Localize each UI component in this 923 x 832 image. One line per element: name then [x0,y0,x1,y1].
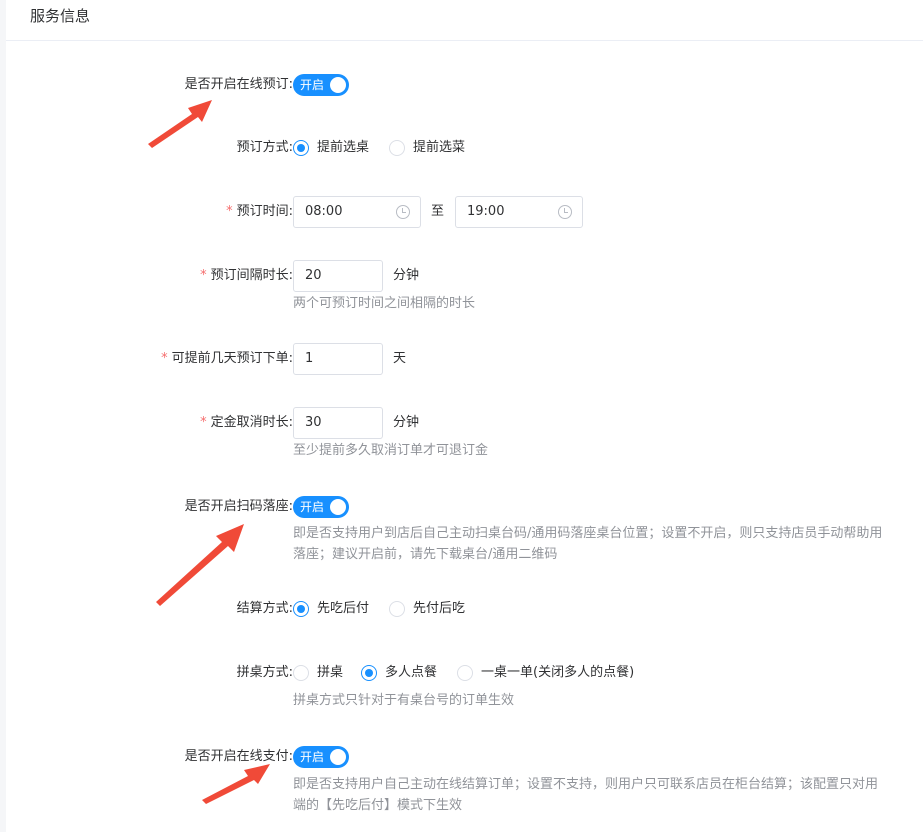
red-arrow-icon [156,524,244,606]
booking-interval-input[interactable]: 20 [293,260,383,292]
section-title: 服务信息 [30,7,91,25]
required-mark: * [200,268,207,283]
radio-dot [389,601,405,617]
booking-time-label-text: 预订时间: [236,204,293,219]
booking-interval-unit: 分钟 [393,268,420,283]
online-pay-switch[interactable]: 开启 [293,746,349,768]
online-pay-help-line2: 端的【先吃后付】模式下生效 [293,798,463,813]
scan-seat-switch[interactable]: 开启 [293,496,349,518]
switch-knob [330,499,346,515]
online-booking-switch[interactable]: 开启 [293,74,349,96]
advance-days-input[interactable]: 1 [293,343,383,375]
booking-time-label: * 预订时间: [226,196,293,228]
clock-icon [558,205,572,219]
radio-label: 先吃后付 [317,601,370,616]
switch-text: 开启 [300,78,325,92]
switch-text: 开启 [300,500,325,514]
radio-label: 拼桌 [317,665,344,680]
deposit-cancel-label: * 定金取消时长: [200,407,293,439]
booking-end-time-input[interactable]: 19:00 [455,196,583,228]
booking-time-row: * 预订时间: 08:00 至 19:00 [6,196,923,228]
required-mark: * [161,351,168,366]
deposit-cancel-row: * 定金取消时长: 30 分钟 [6,407,923,439]
booking-interval-label: * 预订间隔时长: [200,260,293,292]
radio-dot [293,601,309,617]
advance-days-row: * 可提前几天预订下单: 1 天 [6,343,923,375]
booking-interval-row: * 预订间隔时长: 20 分钟 [6,260,923,292]
switch-knob [330,77,346,93]
scan-seat-help-line1: 即是否支持用户到店后自己主动扫桌台码/通用码落座桌台位置；设置不开启，则只支持店… [293,526,883,541]
time-range-separator: 至 [431,204,445,219]
required-mark: * [226,204,233,219]
table-share-row: 拼桌方式: 拼桌 多人点餐 一桌一单(关闭多人的点餐) [6,657,923,689]
online-pay-row: 是否开启在线支付: 开启 [6,741,923,773]
deposit-cancel-label-text: 定金取消时长: [210,415,293,430]
table-share-help: 拼桌方式只针对于有桌台号的订单生效 [293,693,515,708]
advance-days-label-text: 可提前几天预订下单: [171,351,293,366]
radio-dot [361,665,377,681]
radio-dot [293,665,309,681]
radio-dot [389,140,405,156]
deposit-cancel-value: 30 [305,415,322,430]
booking-start-time-input[interactable]: 08:00 [293,196,421,228]
booking-mode-label: 预订方式: [236,140,293,155]
online-pay-help-line1: 即是否支持用户自己主动在线结算订单；设置不支持，则用户只可联系店员在柜台结算；该… [293,777,879,792]
radio-dot [293,140,309,156]
switch-text: 开启 [300,750,325,764]
radio-label: 先付后吃 [413,601,466,616]
deposit-cancel-unit: 分钟 [393,415,420,430]
table-share-label: 拼桌方式: [236,665,293,680]
red-arrow-icon [202,764,270,804]
advance-days-unit: 天 [393,351,407,366]
deposit-cancel-help: 至少提前多久取消订单才可退订金 [293,443,489,458]
deposit-cancel-input[interactable]: 30 [293,407,383,439]
radio-dot [457,665,473,681]
start-time-value: 08:00 [305,204,343,219]
radio-label: 多人点餐 [385,665,438,680]
radio-label: 提前选桌 [317,140,370,155]
booking-interval-value: 20 [305,268,322,283]
booking-interval-label-text: 预订间隔时长: [210,268,293,283]
booking-interval-help: 两个可预订时间之间相隔的时长 [293,296,476,311]
required-mark: * [200,415,207,430]
clock-icon [396,205,410,219]
panel-header: 服务信息 [6,0,923,41]
scan-seat-help-line2: 落座；建议开启前，请先下载桌台/通用二维码 [293,547,558,562]
settlement-row: 结算方式: 先吃后付 先付后吃 [6,593,923,625]
red-arrow-icon [148,100,212,148]
advance-days-label: * 可提前几天预订下单: [161,343,293,375]
radio-label: 一桌一单(关闭多人的点餐) [481,665,635,680]
advance-days-value: 1 [305,351,314,366]
scan-seat-row: 是否开启扫码落座: 开启 [6,491,923,523]
end-time-value: 19:00 [467,204,505,219]
radio-label: 提前选菜 [413,140,466,155]
switch-knob [330,749,346,765]
